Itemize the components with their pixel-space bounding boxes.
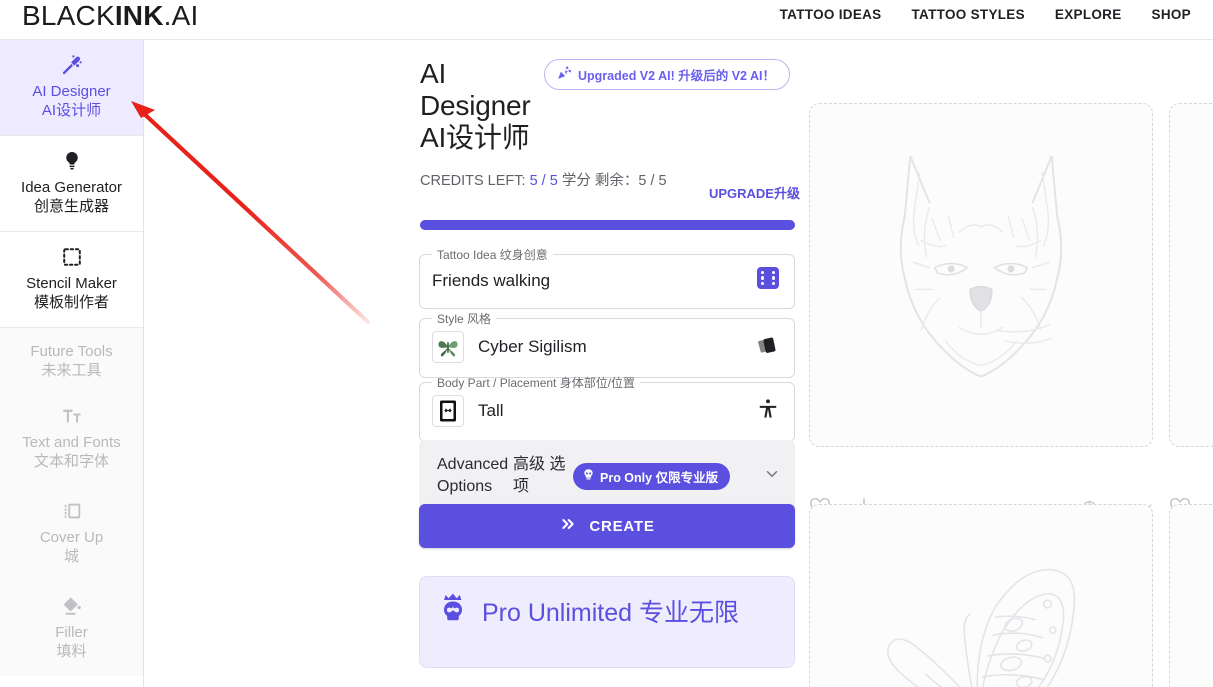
- sidebar: AI Designer AI设计师 Idea Generator 创意生成器 S…: [0, 40, 144, 687]
- sidebar-group-label-en: Future Tools: [30, 343, 113, 360]
- crowned-skull-icon: [436, 587, 470, 636]
- sidebar-item-ai-designer[interactable]: AI Designer AI设计师: [0, 40, 143, 136]
- sidebar-group-future-tools: Future Tools 未来工具: [0, 328, 143, 391]
- sidebar-item-label-en: Stencil Maker: [26, 275, 117, 292]
- credits-value: 5 / 5: [529, 173, 558, 189]
- sidebar-item-stencil-maker[interactable]: Stencil Maker 模板制作者: [0, 232, 143, 328]
- advanced-options-label-zh: 高级 选项: [513, 456, 566, 495]
- pro-unlimited-banner[interactable]: Pro Unlimited 专业无限: [419, 576, 795, 668]
- app-root: BLACKINK.AI TATTOO IDEAS TATTOO STYLES E…: [0, 0, 1213, 687]
- credits-section: CREDITS LEFT: 5 / 5 学分 剩余：5 / 5 UPGRADE升…: [420, 170, 800, 201]
- credits-text: CREDITS LEFT: 5 / 5 学分 剩余：5 / 5: [420, 170, 706, 193]
- v2-upgrade-badge-label: Upgraded V2 AI! 升级后的 V2 AI！: [578, 69, 776, 83]
- body-placement-thumb: [432, 395, 464, 427]
- style-field[interactable]: Style 风格 Cyber Sigilism: [419, 310, 795, 378]
- advanced-options-label-en: Advanced Options: [437, 456, 509, 495]
- logo-part-ink: INK: [114, 0, 164, 31]
- double-chevron-right-icon: [559, 516, 577, 536]
- sidebar-item-label-en: Cover Up: [39, 529, 104, 546]
- logo-part-black: BLACK: [22, 0, 115, 31]
- magic-wand-icon: [6, 52, 137, 78]
- sidebar-item-label-zh: 填料: [56, 643, 87, 660]
- sidebar-item-label-en: AI Designer: [32, 83, 111, 100]
- green-butterfly-thumb: [432, 331, 464, 363]
- results-gallery: REMIX: [801, 40, 1213, 687]
- tattoo-idea-field[interactable]: Tattoo Idea 纹身创意 Friends walking: [419, 246, 795, 309]
- gallery-card[interactable]: [809, 103, 1153, 447]
- skull-icon: [582, 468, 595, 484]
- accessibility-icon[interactable]: [754, 398, 782, 425]
- advanced-options-row[interactable]: Advanced Options 高级 选项 Pro Only 仅限专业版: [419, 440, 795, 512]
- top-bar: BLACKINK.AI TATTOO IDEAS TATTOO STYLES E…: [0, 0, 1213, 40]
- body-part-field[interactable]: Body Part / Placement 身体部位/位置 Tall: [419, 374, 795, 442]
- nav-item-shop[interactable]: SHOP: [1152, 7, 1191, 22]
- card-stack-icon[interactable]: [754, 334, 782, 361]
- pro-only-badge: Pro Only 仅限专业版: [573, 462, 731, 490]
- lightbulb-icon: [6, 148, 137, 174]
- gallery-card[interactable]: [809, 504, 1153, 687]
- sidebar-item-label-en: Filler: [55, 624, 88, 641]
- page-title: AI Designer AI设计师: [420, 58, 531, 153]
- site-logo[interactable]: BLACKINK.AI: [22, 0, 199, 32]
- party-popper-icon: [556, 65, 572, 84]
- upgrade-link-label-zh: 升级: [773, 186, 800, 201]
- sidebar-item-label-zh: 模板制作者: [33, 294, 109, 311]
- dice-icon[interactable]: [754, 267, 782, 294]
- body-part-value[interactable]: Tall: [478, 401, 754, 421]
- credits-value-zh: 5 / 5: [638, 173, 667, 189]
- nav-item-tattoo-ideas[interactable]: TATTOO IDEAS: [780, 7, 882, 22]
- body-part-legend: Body Part / Placement 身体部位/位置: [437, 376, 636, 390]
- credits-progress-fill: [420, 220, 795, 230]
- designer-panel: AI Designer AI设计师 Upgraded V2 AI! 升级后的 V…: [144, 40, 801, 687]
- main-nav: TATTOO IDEAS TATTOO STYLES EXPLORE SHOP: [780, 7, 1191, 22]
- sidebar-item-label-zh: 创意生成器: [33, 198, 109, 215]
- gallery-card[interactable]: [1169, 504, 1213, 687]
- stencil-icon: [6, 244, 137, 270]
- cover-up-icon: [6, 498, 137, 524]
- credits-label: CREDITS LEFT:: [420, 173, 526, 189]
- create-button[interactable]: CREATE: [419, 504, 795, 548]
- tattoo-idea-legend: Tattoo Idea 纹身创意: [437, 248, 548, 262]
- logo-part-ai: .AI: [163, 0, 199, 31]
- sidebar-item-filler: Filler 填料: [0, 581, 143, 676]
- credits-progress-bar: [420, 220, 795, 230]
- pro-unlimited-banner-title: Pro Unlimited 专业无限: [482, 599, 739, 627]
- tattoo-idea-value[interactable]: Friends walking: [432, 271, 754, 291]
- filler-icon: [6, 593, 137, 619]
- v2-upgrade-badge[interactable]: Upgraded V2 AI! 升级后的 V2 AI！: [544, 59, 791, 90]
- sidebar-item-label-zh: AI设计师: [41, 102, 102, 119]
- nav-item-explore[interactable]: EXPLORE: [1055, 7, 1122, 22]
- sidebar-item-label-zh: 文本和字体: [33, 453, 109, 470]
- style-legend: Style 风格: [437, 312, 492, 326]
- sidebar-item-label-en: Text and Fonts: [22, 434, 121, 451]
- upgrade-link[interactable]: UPGRADE升级: [704, 184, 800, 203]
- gallery-card[interactable]: [1169, 103, 1213, 447]
- sidebar-item-label-zh: 城: [63, 548, 79, 565]
- create-button-label: CREATE: [589, 517, 655, 535]
- sidebar-group-label-zh: 未来工具: [41, 362, 102, 379]
- upgrade-link-label-en: UPGRADE: [708, 186, 774, 201]
- pro-only-badge-label: Pro Only 仅限专业版: [600, 470, 719, 485]
- butterfly-line-art: [850, 539, 1110, 687]
- sidebar-item-label-en: Idea Generator: [21, 179, 122, 196]
- sidebar-item-text-and-fonts: Text and Fonts 文本和字体: [0, 391, 143, 486]
- chevron-down-icon[interactable]: [763, 465, 781, 487]
- wolf-head-line-art: [845, 137, 1117, 414]
- text-fonts-icon: [6, 403, 137, 429]
- credits-label-zh: 学分 剩余：: [561, 173, 639, 189]
- style-value[interactable]: Cyber Sigilism: [478, 337, 754, 357]
- sidebar-item-cover-up: Cover Up 城: [0, 486, 143, 581]
- sidebar-item-idea-generator[interactable]: Idea Generator 创意生成器: [0, 136, 143, 232]
- nav-item-tattoo-styles[interactable]: TATTOO STYLES: [912, 7, 1025, 22]
